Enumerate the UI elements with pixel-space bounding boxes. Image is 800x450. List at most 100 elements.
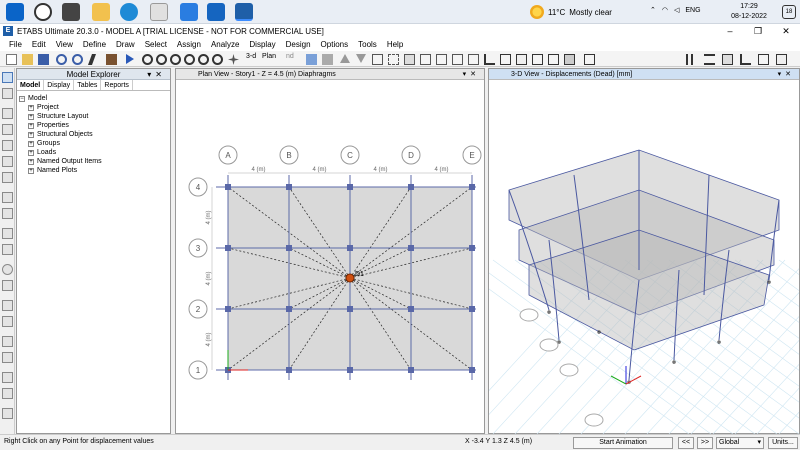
draw-grid-icon[interactable] (2, 336, 13, 347)
zoom-in-icon[interactable] (156, 54, 167, 65)
joint[interactable] (408, 245, 414, 251)
store-icon[interactable] (180, 3, 198, 21)
joint[interactable] (408, 367, 414, 373)
object-shrink-icon[interactable] (372, 54, 383, 65)
previous-mode-button[interactable]: << (678, 437, 694, 449)
draw-wall-opening-icon[interactable] (2, 244, 13, 255)
draw-secondary-beam-icon[interactable] (2, 156, 13, 167)
reshape-icon[interactable] (2, 88, 13, 99)
expand-icon[interactable]: + (28, 140, 34, 147)
3d-view-canvas[interactable]: ⨳⨳⨳⨳⨳⨳⨳ (489, 80, 799, 434)
units-button[interactable]: Units... (768, 437, 798, 449)
draw-cross-brace-icon[interactable] (2, 172, 13, 183)
chevron-down-icon[interactable]: ▾ (463, 71, 471, 78)
set-display-icon[interactable] (404, 54, 415, 65)
calculator-icon[interactable] (150, 3, 168, 21)
menu-file[interactable]: File (4, 40, 27, 49)
draw-link-icon[interactable] (2, 280, 13, 291)
expand-icon[interactable]: + (28, 131, 34, 138)
file-explorer-icon[interactable] (92, 3, 110, 21)
clock[interactable]: 17:29 08-12-2022 (726, 2, 772, 22)
draw-dimension-icon[interactable] (2, 316, 13, 327)
collapse-icon[interactable]: − (19, 95, 25, 102)
draw-brace-icon[interactable] (2, 140, 13, 151)
close-icon[interactable]: ✕ (785, 71, 795, 78)
wifi-icon[interactable]: ◠ (662, 6, 668, 14)
start-animation-button[interactable]: Start Animation (573, 437, 673, 449)
menu-tools[interactable]: Tools (353, 40, 382, 49)
draw-design-strip-icon[interactable] (2, 388, 13, 399)
run-analysis-icon[interactable] (126, 54, 134, 64)
draw-opening-icon[interactable] (548, 54, 559, 65)
perspective-icon[interactable] (322, 54, 333, 65)
windows-start-icon[interactable] (6, 3, 24, 21)
maximize-button[interactable]: ❐ (744, 24, 772, 38)
draw-rect-area-icon[interactable] (2, 208, 13, 219)
diaphragm-center-marker[interactable] (345, 273, 355, 283)
draw-tendon-icon[interactable] (2, 352, 13, 363)
joint[interactable] (347, 245, 353, 251)
joint[interactable] (286, 184, 292, 190)
show-loads-icon[interactable] (436, 54, 447, 65)
joint[interactable] (408, 184, 414, 190)
tab-tables[interactable]: Tables (74, 80, 102, 90)
joint[interactable] (347, 306, 353, 312)
volume-icon[interactable]: ◁ (674, 6, 679, 14)
joint[interactable] (469, 184, 475, 190)
menu-assign[interactable]: Assign (172, 40, 206, 49)
draw-frame-icon[interactable] (484, 54, 495, 65)
joint[interactable] (286, 245, 292, 251)
tree-item-structural-objects[interactable]: + Structural Objects (19, 130, 168, 139)
menu-view[interactable]: View (51, 40, 78, 49)
tree-item-named-plots[interactable]: + Named Plots (19, 166, 168, 175)
expand-icon[interactable]: + (28, 158, 34, 165)
joint[interactable] (286, 367, 292, 373)
close-button[interactable]: ✕ (772, 24, 800, 38)
draw-wall-icon[interactable] (516, 54, 527, 65)
save-icon[interactable] (38, 54, 49, 65)
tree-item-project[interactable]: + Project (19, 103, 168, 112)
menu-display[interactable]: Display (244, 40, 280, 49)
minimize-button[interactable]: – (716, 24, 744, 38)
joint[interactable] (408, 306, 414, 312)
joint[interactable] (469, 245, 475, 251)
view-3d-button[interactable]: 3-d (246, 53, 260, 64)
assign-diaphragm-icon[interactable] (776, 54, 787, 65)
plan-view-canvas[interactable]: A B C D E 4 3 2 1 4 (m) 4 (m) 4 (m) 4 (m) 4 (m) 4 (m)… (176, 80, 484, 434)
tree-item-structure-layout[interactable]: + Structure Layout (19, 112, 168, 121)
move-up-icon[interactable] (340, 54, 350, 63)
draw-reference-point-icon[interactable] (2, 408, 13, 419)
chevron-up-icon[interactable]: ⌃ (650, 6, 656, 14)
view-elevation-button[interactable]: nd (286, 53, 300, 64)
tab-model[interactable]: Model (17, 80, 45, 90)
menu-options[interactable]: Options (316, 40, 354, 49)
undo-icon[interactable] (56, 54, 67, 65)
draw-point-icon[interactable] (2, 264, 13, 275)
expand-icon[interactable]: + (28, 149, 34, 156)
draw-floor-icon[interactable] (532, 54, 543, 65)
language-indicator[interactable]: ENG (685, 7, 700, 14)
move-down-icon[interactable] (356, 54, 366, 63)
i-section-icon[interactable] (686, 54, 693, 65)
draw-column-icon[interactable] (2, 124, 13, 135)
draw-developed-elevation-icon[interactable] (2, 372, 13, 383)
joint[interactable] (347, 184, 353, 190)
close-icon[interactable]: ✕ (155, 70, 166, 79)
draw-beam-icon[interactable] (500, 54, 511, 65)
joint[interactable] (286, 306, 292, 312)
chevron-down-icon[interactable]: ▾ (778, 71, 786, 78)
weather-widget[interactable]: 11°C Mostly clear (530, 4, 612, 20)
search-icon[interactable] (34, 3, 52, 21)
menu-define[interactable]: Define (78, 40, 111, 49)
grid-bubble-3d[interactable] (584, 413, 604, 427)
close-icon[interactable]: ✕ (470, 71, 480, 78)
task-view-icon[interactable] (62, 3, 80, 21)
grid-bubble-3d[interactable] (539, 338, 559, 352)
expand-icon[interactable]: + (28, 113, 34, 120)
menu-edit[interactable]: Edit (27, 40, 51, 49)
next-mode-button[interactable]: >> (697, 437, 713, 449)
assign-restraints-icon[interactable] (758, 54, 769, 65)
tree-item-properties[interactable]: + Properties (19, 121, 168, 130)
expand-icon[interactable]: + (28, 104, 34, 111)
draw-section-cut-icon[interactable] (2, 300, 13, 311)
